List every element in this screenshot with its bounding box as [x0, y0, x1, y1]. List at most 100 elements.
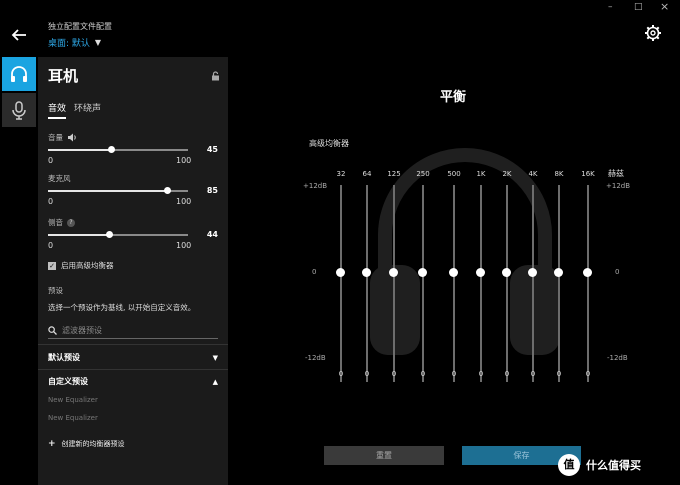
help-icon[interactable]: ?: [67, 218, 75, 227]
eq-band-knob[interactable]: [336, 268, 345, 277]
watermark-logo: 值: [558, 454, 580, 476]
sidetone-value: 44: [206, 230, 218, 239]
headphone-tab[interactable]: [2, 57, 36, 91]
custom-presets-section[interactable]: 自定义预设 ▲: [48, 376, 218, 387]
eq-band-frequency: 64: [362, 170, 372, 178]
eq-band-frequency: 32: [336, 170, 346, 178]
eq-band-track[interactable]: [422, 185, 424, 382]
sidetone-slider-block: 侧音 ? 44 0 100: [48, 217, 218, 251]
volume-slider-block: 音量 45 0 100: [48, 132, 218, 166]
db-bottom-right: -12dB: [607, 354, 628, 362]
slider-knob[interactable]: [106, 231, 114, 238]
back-arrow-icon[interactable]: [10, 26, 28, 44]
eq-band-gain: 0: [478, 370, 484, 378]
eq-band-knob[interactable]: [449, 268, 458, 277]
custom-preset-item[interactable]: New Equalizer: [48, 414, 98, 422]
site-watermark: 值 什么值得买: [558, 454, 641, 476]
eq-band-gain: 0: [585, 370, 591, 378]
volume-value: 45: [206, 145, 218, 154]
device-icon-bar: [2, 57, 36, 127]
profile-value: 桌面: 默认: [48, 39, 90, 49]
volume-slider[interactable]: 45: [48, 145, 218, 155]
checkbox-checked-icon[interactable]: ✓: [48, 261, 56, 270]
eq-band-frequency: 250: [416, 170, 430, 178]
mic-label: 麦克风: [48, 174, 71, 183]
slider-min: 0: [48, 156, 54, 165]
eq-band-gain: 0: [556, 370, 562, 378]
preset-description: 选择一个预设作为基线, 以开始自定义音效。: [48, 303, 196, 312]
microphone-tab[interactable]: [2, 93, 36, 127]
eq-band-frequency: 4K: [528, 170, 538, 178]
eq-band-gain: 0: [504, 370, 510, 378]
slider-knob[interactable]: [107, 146, 115, 153]
panel-title: 耳机: [48, 67, 79, 85]
eq-band-track[interactable]: [506, 185, 508, 382]
tab-surround[interactable]: 环绕声: [74, 101, 101, 119]
eq-band-knob[interactable]: [502, 268, 511, 277]
create-preset-button[interactable]: + 创建新的均衡器预设: [48, 439, 125, 449]
slider-max: 100: [176, 156, 192, 165]
eq-band-track[interactable]: [393, 185, 395, 382]
gear-icon[interactable]: [644, 24, 662, 42]
maximize-button[interactable]: □: [634, 2, 643, 12]
db-mid-right: 0: [615, 268, 620, 276]
eq-band-knob[interactable]: [583, 268, 592, 277]
slider-knob[interactable]: [163, 187, 171, 194]
eq-band-track[interactable]: [532, 185, 534, 382]
slider-max: 100: [176, 197, 192, 206]
eq-band-track[interactable]: [366, 185, 368, 382]
headphone-icon: [11, 66, 27, 82]
slider-min: 0: [48, 197, 54, 206]
reset-button[interactable]: 重置: [324, 446, 444, 465]
eq-band-frequency: 1K: [476, 170, 486, 178]
plus-icon: +: [48, 439, 56, 449]
eq-band-frequency: 500: [447, 170, 461, 178]
panel-tabs: 音效 环绕声: [48, 101, 101, 119]
preset-search[interactable]: 滤波器预设: [48, 322, 218, 339]
tab-sound-effects[interactable]: 音效: [48, 101, 67, 119]
eq-band-track[interactable]: [558, 185, 560, 382]
db-top-left: +12dB: [303, 182, 328, 190]
advanced-eq-toggle[interactable]: ✓ 启用高级均衡器: [48, 260, 114, 271]
db-mid-left: 0: [312, 268, 317, 276]
lock-icon[interactable]: [211, 71, 220, 81]
microphone-icon: [12, 101, 26, 120]
preset-heading: 预设: [48, 286, 63, 295]
sidetone-slider[interactable]: 44: [48, 230, 218, 240]
slider-fill: [48, 234, 110, 236]
slider-fill: [48, 149, 111, 151]
slider-fill: [48, 190, 167, 192]
sidetone-label: 侧音: [48, 218, 63, 227]
advanced-eq-label: 启用高级均衡器: [61, 261, 114, 270]
eq-band-track[interactable]: [480, 185, 482, 382]
eq-band-gain: 0: [530, 370, 536, 378]
mic-slider[interactable]: 85: [48, 186, 218, 196]
eq-band-track[interactable]: [453, 185, 455, 382]
create-preset-label: 创建新的均衡器预设: [61, 440, 125, 448]
eq-band-knob[interactable]: [554, 268, 563, 277]
profile-dropdown[interactable]: 桌面: 默认 ▼: [48, 36, 101, 49]
eq-band-knob[interactable]: [528, 268, 537, 277]
eq-band-gain: 0: [451, 370, 457, 378]
chevron-down-icon: ▼: [94, 38, 102, 47]
eq-band-track[interactable]: [587, 185, 589, 382]
eq-band-knob[interactable]: [389, 268, 398, 277]
headphone-settings-panel: 耳机 音效 环绕声 音量 45 0 100 麦克风 85 0 100 侧音 ? …: [38, 57, 228, 485]
advanced-eq-heading: 高级均衡器: [309, 139, 349, 148]
speaker-icon: [68, 133, 76, 142]
custom-preset-item[interactable]: New Equalizer: [48, 396, 98, 404]
volume-label: 音量: [48, 133, 63, 142]
default-presets-section[interactable]: 默认预设 ▼: [48, 352, 218, 363]
close-button[interactable]: ×: [660, 0, 669, 13]
default-presets-label: 默认预设: [48, 353, 80, 362]
hz-label: 赫兹: [608, 169, 624, 178]
eq-band-knob[interactable]: [418, 268, 427, 277]
divider: [38, 344, 228, 345]
minimize-button[interactable]: –: [608, 2, 613, 12]
eq-band-knob[interactable]: [362, 268, 371, 277]
eq-band-track[interactable]: [340, 185, 342, 382]
eq-band-gain: 0: [338, 370, 344, 378]
headphone-watermark-icon: [370, 148, 560, 355]
eq-band-frequency: 8K: [554, 170, 564, 178]
eq-band-knob[interactable]: [476, 268, 485, 277]
